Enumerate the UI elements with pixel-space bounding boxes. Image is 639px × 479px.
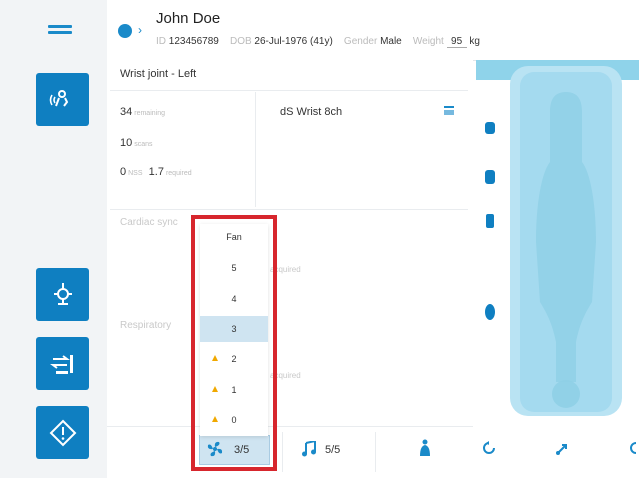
fan-dropdown-header: Fan	[226, 232, 242, 242]
start-button[interactable]	[36, 406, 89, 459]
coil-marker-icon[interactable]	[485, 122, 495, 134]
protocol-name[interactable]: dS Wrist 8ch	[280, 106, 342, 118]
coil-icon	[53, 282, 72, 305]
fan-option-label: 1	[231, 385, 237, 395]
gender-label: Gender	[343, 36, 378, 47]
body-silhouette-icon	[536, 92, 596, 408]
music-level: 5/5	[325, 444, 341, 456]
scans-stat: 10 scans	[120, 137, 153, 149]
warning-icon	[212, 416, 218, 422]
gender-value: Male	[380, 36, 402, 47]
table-control-button[interactable]	[36, 337, 89, 390]
weight-field[interactable]: 95	[446, 36, 467, 48]
exam-title: Wrist joint - Left	[120, 68, 197, 80]
coil-marker-icon[interactable]	[485, 304, 495, 320]
list-icon[interactable]	[444, 106, 454, 115]
coil-marker-icon[interactable]	[486, 214, 494, 228]
music-icon[interactable]	[301, 441, 317, 457]
id-value: 123456789	[168, 36, 219, 47]
sar-stat: 0 NSS 1.7 required	[120, 166, 192, 178]
fan-option-3[interactable]: 3	[200, 316, 268, 342]
sar-value: 0	[120, 166, 127, 178]
fan-dropdown: Fan 5 4 3 2 1 0	[200, 224, 268, 436]
avatar[interactable]	[118, 24, 132, 38]
move-icon[interactable]	[555, 442, 569, 456]
fan-option-1[interactable]: 1	[200, 377, 268, 403]
fan-option-label: 2	[231, 354, 237, 364]
id-label: ID	[156, 36, 166, 47]
rotate-right-icon[interactable]	[628, 441, 639, 455]
weight-unit: kg	[469, 36, 480, 47]
remaining-label: remaining	[134, 110, 165, 117]
required-value: 1.7	[148, 166, 164, 178]
respiratory-label: Respiratory	[120, 320, 172, 331]
warning-icon	[212, 386, 218, 392]
voice-icon	[49, 89, 68, 107]
fan-option-2[interactable]: 2	[200, 346, 268, 372]
rotate-left-icon[interactable]	[482, 441, 496, 455]
dob-label: DOB	[229, 36, 252, 47]
dob-value: 26-Jul-1976 (41y)	[254, 36, 333, 47]
voice-button[interactable]	[36, 73, 89, 126]
fan-icon	[207, 441, 223, 457]
scans-value: 10	[120, 137, 133, 149]
menu-icon[interactable]	[48, 22, 72, 42]
chevron-right-icon: ›	[138, 23, 142, 37]
divider	[255, 92, 256, 207]
divider	[282, 432, 283, 472]
coil-button[interactable]	[36, 268, 89, 321]
sar-label: NSS	[128, 170, 143, 177]
weight-label: Weight	[412, 36, 444, 47]
cardiac-label: Cardiac sync	[120, 217, 178, 228]
fan-option-4[interactable]: 4	[200, 286, 268, 312]
patient-meta: ID 123456789 DOB 26-Jul-1976 (41y) Gende…	[156, 36, 480, 48]
coil-marker-icon[interactable]	[485, 170, 495, 184]
remaining-stat: 34 remaining	[120, 106, 165, 118]
warning-icon	[212, 355, 218, 361]
table-control-icon	[49, 354, 73, 374]
diamond-icon	[49, 419, 76, 446]
scans-label: scans	[134, 141, 153, 148]
cardiac-status: acquired	[270, 265, 301, 274]
remaining-value: 34	[120, 106, 133, 118]
fan-option-5[interactable]: 5	[200, 255, 268, 281]
fan-level: 3/5	[234, 444, 250, 456]
patient-name: John Doe	[156, 10, 221, 27]
fan-option-0[interactable]: 0	[200, 407, 268, 433]
fan-option-label: 0	[231, 415, 237, 425]
patient-icon[interactable]	[418, 439, 432, 457]
divider	[375, 432, 376, 472]
respiratory-status: acquired	[270, 371, 301, 380]
required-label: required	[165, 170, 192, 177]
